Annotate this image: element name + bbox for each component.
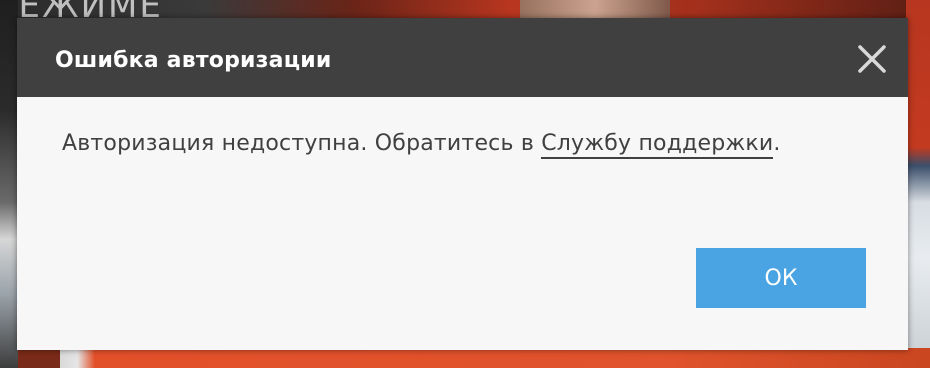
close-button[interactable]: [856, 43, 888, 75]
support-link[interactable]: Службу поддержки: [541, 131, 774, 159]
close-icon: [858, 45, 886, 73]
background-right-strip: [906, 0, 930, 368]
background-bottom-strip: [60, 348, 930, 368]
auth-error-dialog: Ошибка авторизации Авторизация недоступн…: [17, 18, 908, 350]
background-left-strip: [0, 0, 18, 368]
dialog-message-end: .: [773, 131, 781, 156]
dialog-message: Авторизация недоступна. Обратитесь в Слу…: [62, 131, 781, 159]
background-top-art: [520, 0, 670, 18]
ok-button[interactable]: ОК: [696, 248, 866, 308]
dialog-message-text: Авторизация недоступна. Обратитесь в: [62, 131, 542, 156]
dialog-header: Ошибка авторизации: [17, 18, 908, 97]
dialog-title: Ошибка авторизации: [55, 48, 332, 73]
